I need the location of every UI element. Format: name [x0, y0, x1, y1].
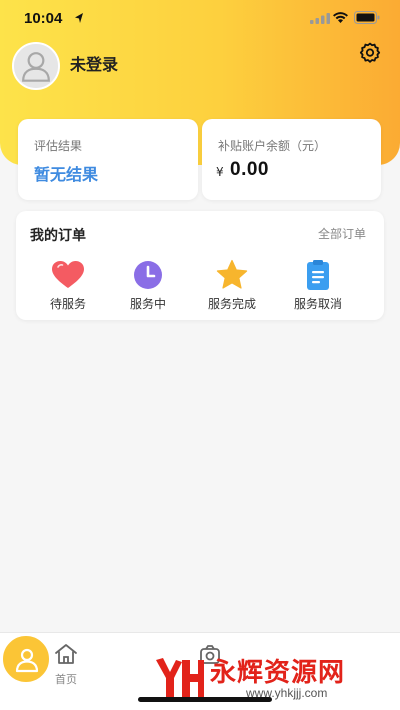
order-service-completed[interactable]: 服务完成 [192, 259, 272, 312]
balance-amount: 0.00 [230, 159, 269, 180]
evaluation-result-card[interactable]: 评估结果 暂无结果 [18, 119, 198, 200]
order-completed-label: 服务完成 [207, 297, 256, 311]
order-pending-service[interactable]: 待服务 [28, 259, 108, 312]
home-icon [55, 644, 77, 664]
default-avatar-icon [14, 44, 58, 88]
login-status-label[interactable]: 未登录 [70, 51, 118, 75]
status-time: 10:04 [24, 10, 63, 27]
status-bar: 10:04 [0, 0, 400, 36]
settings-gear-icon[interactable] [358, 41, 382, 65]
tab-home[interactable]: 首页 [36, 643, 96, 687]
my-orders-card: 我的订单 全部订单 待服务 服务中 服务完成 服务取消 [16, 211, 384, 320]
all-orders-link[interactable]: 全部订单 [318, 225, 366, 242]
cellular-signal-icon [310, 13, 330, 24]
clock-icon [134, 261, 162, 289]
avatar[interactable] [12, 42, 60, 90]
evaluation-title: 评估结果 [34, 139, 83, 153]
order-cancelled-label: 服务取消 [293, 297, 342, 311]
home-indicator [138, 697, 272, 702]
tab-home-label: 首页 [55, 673, 77, 686]
star-icon [216, 259, 248, 289]
balance-title: 补贴账户余额（元） [218, 139, 327, 153]
heart-icon [52, 261, 84, 288]
orders-title: 我的订单 [30, 228, 86, 244]
clipboard-icon [307, 260, 329, 290]
wifi-icon [333, 12, 348, 23]
order-pending-label: 待服务 [49, 297, 86, 311]
order-in-service-label: 服务中 [129, 297, 166, 311]
battery-icon [354, 11, 380, 24]
evaluation-value: 暂无结果 [34, 165, 99, 184]
order-service-cancelled[interactable]: 服务取消 [278, 259, 358, 312]
currency-symbol: ¥ [216, 165, 224, 179]
location-arrow-icon [75, 13, 83, 23]
subsidy-balance-card[interactable]: 补贴账户余额（元） ¥ 0.00 [202, 119, 381, 200]
order-in-service[interactable]: 服务中 [108, 259, 188, 312]
watermark-text: 永辉资源网 [210, 658, 346, 688]
